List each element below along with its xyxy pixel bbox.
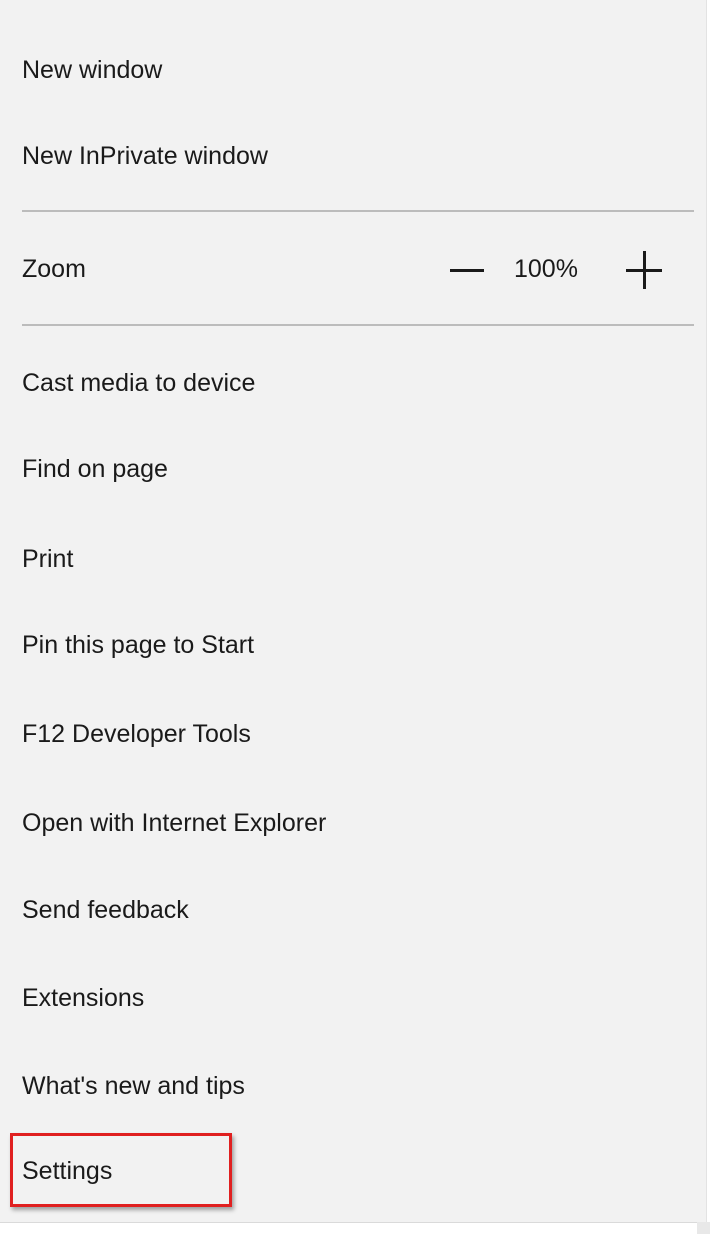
- menu-item-label: What's new and tips: [22, 1072, 245, 1100]
- zoom-out-button[interactable]: [445, 250, 489, 290]
- menu-item-new-window[interactable]: New window: [0, 27, 706, 113]
- settings-highlight-box: [10, 1133, 232, 1207]
- menu-item-extensions[interactable]: Extensions: [0, 955, 706, 1041]
- menu-divider: [22, 210, 694, 212]
- menu-item-label: Print: [22, 545, 74, 573]
- menu-item-developer-tools[interactable]: F12 Developer Tools: [0, 691, 706, 777]
- menu-divider: [22, 324, 694, 326]
- zoom-row: Zoom 100%: [0, 214, 706, 324]
- menu-item-whats-new[interactable]: What's new and tips: [0, 1043, 706, 1129]
- menu-item-send-feedback[interactable]: Send feedback: [0, 867, 706, 953]
- menu-item-label: New window: [22, 56, 163, 84]
- menu-item-label: Extensions: [22, 984, 145, 1012]
- menu-item-pin-to-start[interactable]: Pin this page to Start: [0, 602, 706, 688]
- menu-item-label: Send feedback: [22, 896, 189, 924]
- menu-item-cast-media-to-device[interactable]: Cast media to device: [0, 340, 706, 426]
- menu-item-label: Find on page: [22, 455, 168, 483]
- browser-more-menu: New window New InPrivate window Zoom 100…: [0, 0, 707, 1223]
- menu-item-find-on-page[interactable]: Find on page: [0, 426, 706, 512]
- zoom-level: 100%: [514, 255, 578, 283]
- menu-item-label: Cast media to device: [22, 369, 256, 397]
- menu-item-new-inprivate-window[interactable]: New InPrivate window: [0, 113, 706, 199]
- corner-edge: [697, 1222, 710, 1234]
- menu-item-print[interactable]: Print: [0, 516, 706, 602]
- menu-item-label: New InPrivate window: [22, 142, 268, 170]
- zoom-label: Zoom: [22, 255, 86, 283]
- menu-item-open-with-ie[interactable]: Open with Internet Explorer: [0, 780, 706, 866]
- zoom-in-button[interactable]: [622, 250, 666, 290]
- menu-item-label: F12 Developer Tools: [22, 720, 251, 748]
- menu-item-label: Pin this page to Start: [22, 631, 255, 659]
- menu-item-label: Open with Internet Explorer: [22, 809, 327, 837]
